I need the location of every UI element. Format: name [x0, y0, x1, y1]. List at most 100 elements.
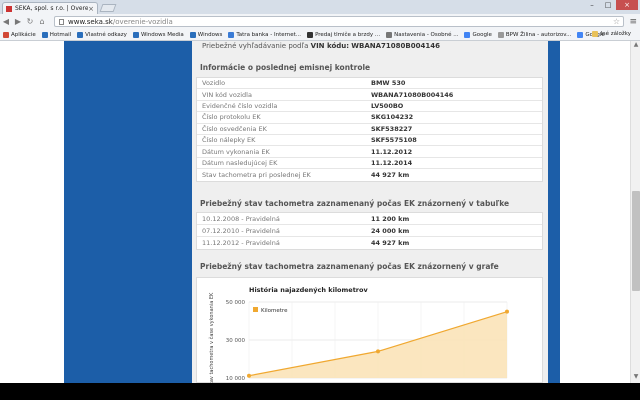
emission-info-table: Vozidlo BMW 530 VIN kód vozidla WBANA71080B…: [196, 77, 543, 182]
address-bar[interactable]: www.seka.sk/overenie-vozidla ☆: [54, 16, 624, 27]
row-value: 44 927 km: [371, 170, 410, 179]
table-row: Stav tachometra pri poslednej EK 44 927 k…: [197, 169, 542, 180]
site-favicon-icon: [6, 5, 12, 12]
vin-key: VIN kódu:: [310, 42, 350, 50]
data-point: [505, 309, 509, 314]
window-controls: – □ ×: [584, 0, 638, 10]
minimize-icon[interactable]: –: [584, 0, 600, 10]
y-tick-label: 50 000: [226, 300, 246, 306]
bookmark-item[interactable]: Predaj tlmiče a brzdy ...: [307, 31, 380, 38]
table-row: Vozidlo BMW 530: [197, 78, 542, 90]
table-row: Dátum vykonania EK 11.12.2012: [197, 146, 542, 158]
row-value: SKG104232: [371, 113, 414, 122]
data-point: [376, 349, 380, 354]
other-bookmarks-label: Iné záložky: [600, 31, 631, 37]
bookmark-label: Windows Media: [140, 31, 184, 38]
bookmark-item[interactable]: Tatra banka - Internet...: [228, 31, 302, 38]
table-row: 10.12.2008 - Pravidelná 11 200 km: [197, 213, 542, 225]
home-icon[interactable]: ⌂: [36, 17, 48, 26]
row-value: 11.12.2014: [371, 158, 413, 167]
menu-icon[interactable]: ≡: [629, 17, 637, 27]
bookmark-icon: [77, 31, 84, 38]
bookmark-icon: [228, 31, 235, 38]
page-icon: [59, 18, 64, 25]
page-scrollbar[interactable]: ▲ ▼: [630, 41, 640, 383]
bookmark-item[interactable]: Vlastné odkazy: [77, 31, 127, 38]
table-row: Číslo protokolu EK SKG104232: [197, 112, 542, 124]
bookmark-item[interactable]: Windows: [189, 31, 222, 38]
back-icon[interactable]: ◀: [0, 17, 12, 26]
row-label: Číslo protokolu EK: [202, 113, 261, 122]
row-value: 24 000 km: [371, 226, 410, 235]
bookmark-icon: [577, 31, 584, 38]
bookmark-label: Hotmail: [49, 31, 72, 38]
new-tab-button[interactable]: [99, 4, 117, 12]
row-label: Číslo osvedčenia EK: [202, 124, 267, 133]
bookmark-icon: [464, 31, 471, 38]
y-tick-label: 30 000: [226, 338, 246, 344]
bookmark-item[interactable]: Aplikácie: [3, 31, 36, 38]
bookmarks-bar: Aplikácie Hotmail Vlastné odkazy Windows Me…: [0, 29, 640, 41]
bookmark-icon: [189, 31, 196, 38]
bookmark-icon: [497, 31, 504, 38]
table-row: Evidenčné číslo vozidla LV500BO: [197, 101, 542, 113]
emission-section-title: Informácie o poslednej emisnej kontrole: [200, 63, 371, 72]
tachometer-table: 10.12.2008 - Pravidelná 11 200 km 07.12.20…: [196, 212, 543, 250]
row-value: BMW 530: [371, 79, 406, 88]
bookmark-label: BPW Žilina - autorizov...: [505, 31, 572, 38]
row-label: Evidenčné číslo vozidla: [202, 101, 278, 110]
row-value: LV500BO: [371, 101, 404, 110]
scroll-down-icon[interactable]: ▼: [631, 373, 640, 383]
table-row: 11.12.2012 - Pravidelná 44 927 km: [197, 237, 542, 249]
tachometer-graph-title: Priebežný stav tachometra zaznamenaný po…: [200, 262, 499, 271]
tab-title: ŠEKA, spol. s r.o. | Overenie: [15, 5, 89, 12]
url-path: /overenie-vozidla: [112, 17, 173, 26]
chart-title: História najazdených kilometrov: [249, 285, 368, 294]
row-label: Číslo nálepky EK: [202, 136, 256, 145]
bookmark-icon: [307, 31, 314, 38]
browser-titlebar: ŠEKA, spol. s r.o. | Overenie × – □ ×: [0, 0, 640, 14]
bookmark-label: Vlastné odkazy: [85, 31, 127, 38]
mileage-chart: História najazdených kilometrov 10 000 30 …: [208, 285, 509, 383]
y-axis-label: Stav tachometra v čase vykonania EK: [208, 292, 215, 383]
reload-icon[interactable]: ↻: [24, 17, 36, 26]
bookmark-item[interactable]: Windows Media: [132, 31, 184, 38]
maximize-icon[interactable]: □: [600, 0, 616, 10]
tachometer-chart-card: História najazdených kilometrov 10 000 30 …: [196, 277, 543, 383]
row-label: 10.12.2008 - Pravidelná: [202, 214, 280, 223]
bookmark-star-icon[interactable]: ☆: [613, 17, 620, 26]
close-tab-icon[interactable]: ×: [88, 5, 94, 13]
bookmark-label: Tatra banka - Internet...: [236, 31, 302, 38]
bookmark-icon: [386, 31, 393, 38]
table-row: Číslo nálepky EK SKF5575108: [197, 135, 542, 147]
close-window-icon[interactable]: ×: [616, 0, 638, 10]
bottom-bar: [0, 383, 640, 400]
bookmark-label: Google: [472, 31, 492, 38]
bookmark-icon: [3, 31, 9, 38]
other-bookmarks-folder[interactable]: Iné záložky: [592, 31, 631, 37]
page-viewport: Priebežné vyhľadávanie podľa VIN kódu: W…: [0, 41, 640, 383]
forward-icon[interactable]: ▶: [12, 17, 24, 26]
row-value: 11 200 km: [371, 214, 410, 223]
bookmark-item[interactable]: Google: [464, 31, 492, 38]
browser-tab[interactable]: ŠEKA, spol. s r.o. | Overenie ×: [2, 2, 98, 14]
table-row: Číslo osvedčenia EK SKF538227: [197, 124, 542, 135]
row-label: Dátum nasledujúcej EK: [202, 158, 278, 167]
row-value: SKF538227: [371, 124, 413, 133]
vin-prefix: Priebežné vyhľadávanie podľa: [202, 42, 309, 50]
bookmark-item[interactable]: BPW Žilina - autorizov...: [497, 31, 572, 38]
row-label: Vozidlo: [202, 79, 226, 88]
row-value: SKF5575108: [371, 136, 417, 145]
legend-label: Kilometre: [261, 308, 288, 314]
row-label: VIN kód vozidla: [202, 90, 252, 99]
folder-icon: [592, 31, 599, 37]
row-label: 07.12.2010 - Pravidelná: [202, 226, 280, 235]
bookmark-item[interactable]: Hotmail: [41, 31, 72, 38]
bookmark-item[interactable]: Nastavenia - Osobné ...: [386, 31, 459, 38]
bookmark-icon: [132, 31, 139, 38]
scroll-thumb[interactable]: [632, 191, 640, 291]
table-row: VIN kód vozidla WBANA71080B004146: [197, 89, 542, 101]
data-point: [247, 373, 251, 378]
bookmark-label: Nastavenia - Osobné ...: [394, 31, 459, 38]
scroll-up-icon[interactable]: ▲: [631, 41, 640, 51]
